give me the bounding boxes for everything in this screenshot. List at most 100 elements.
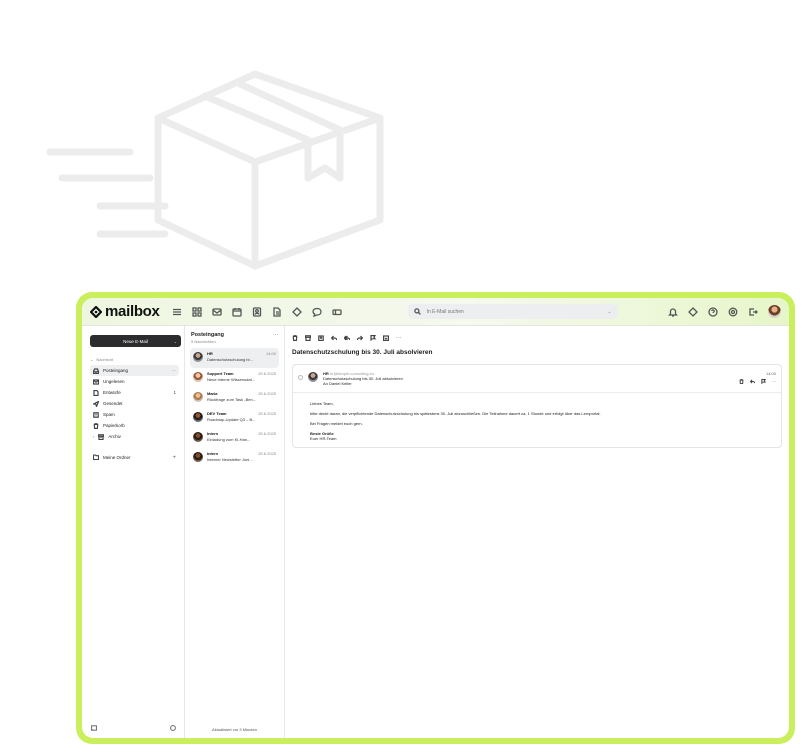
folder-nav: Posteingang ··· Ungelesen Entwürfe 1 Ges… — [90, 365, 179, 442]
reading-pane: ··· Datenschutzschulung bis 30. Juli abs… — [285, 326, 789, 738]
calendar-icon[interactable] — [231, 307, 242, 317]
recipient-line: An Daniel Keller — [323, 381, 352, 386]
help-icon[interactable] — [170, 725, 176, 731]
my-folders-section[interactable]: Meine Ordner + — [90, 454, 179, 461]
flag-icon[interactable] — [761, 379, 766, 384]
chevron-down-icon[interactable]: ⌄ — [174, 339, 177, 344]
chevron-down-icon[interactable]: ⌄ — [607, 309, 611, 315]
search-bar[interactable]: ⌄ — [407, 304, 618, 319]
label-icon[interactable] — [383, 334, 389, 341]
flag-icon[interactable] — [370, 334, 376, 341]
avatar — [193, 412, 203, 422]
add-folder-button[interactable]: + — [172, 455, 176, 461]
mail-card: HR hr@simple-consulting.eu Datenschutzsc… — [292, 364, 782, 448]
mail-paragraph: bitte denkt daran, die verpflichtende Da… — [310, 411, 601, 416]
sidebar-item-archiv[interactable]: › Archiv — [90, 431, 179, 442]
topbar-right-actions — [668, 305, 781, 318]
avatar — [193, 452, 203, 462]
list-item[interactable]: Maria 25.6.2025 Rückfrage zum Task „Ben..… — [190, 388, 279, 408]
account-label: Nachricht — [96, 357, 114, 362]
more-icon[interactable]: ··· — [172, 368, 177, 373]
spam-icon — [93, 411, 99, 418]
list-item[interactable]: Support Team 29.6.2025 Neue interne Wisse… — [190, 368, 279, 388]
sidebar-item-spam[interactable]: Spam — [90, 409, 179, 420]
mail-icon[interactable] — [211, 307, 222, 317]
help-icon[interactable] — [708, 306, 718, 317]
more-icon[interactable]: ··· — [396, 335, 401, 341]
trash-icon[interactable] — [739, 379, 744, 384]
list-item[interactable]: HR 14:00 Datenschutzschulung bi... — [190, 348, 279, 368]
inbox-icon — [92, 367, 100, 374]
new-mail-button[interactable]: Neue E-Mail ⌄ — [90, 335, 181, 347]
move-icon[interactable] — [318, 334, 324, 341]
message-list: Posteingang 5 Nachrichten ··· HR 14:00 Da… — [185, 326, 285, 738]
contacts-icon[interactable] — [252, 306, 262, 317]
new-mail-label: Neue E-Mail — [123, 338, 148, 344]
bell-icon[interactable] — [668, 307, 678, 317]
select-radio[interactable] — [298, 375, 303, 380]
draft-count: 1 — [173, 390, 176, 395]
app-switcher — [172, 306, 342, 317]
message-list-title: Posteingang — [191, 332, 225, 338]
message-list-header: Posteingang 5 Nachrichten ··· — [190, 332, 279, 344]
sidebar-item-papierkorb[interactable]: Papierkorb — [90, 420, 179, 431]
reply-all-icon[interactable] — [344, 335, 350, 341]
logo[interactable]: mailbox — [90, 303, 160, 320]
more-icon[interactable]: ··· — [273, 332, 278, 338]
list-item[interactable]: Intern 25.6.2025 Einladung zum KI-Han... — [190, 428, 279, 448]
forward-icon[interactable] — [357, 335, 363, 341]
send-icon — [91, 399, 100, 408]
files-icon[interactable] — [272, 306, 282, 317]
archive-icon[interactable] — [305, 334, 311, 341]
sidebar-item-gesendet[interactable]: Gesendet — [90, 398, 179, 409]
app-frame: mailbox ⌄ — [76, 292, 795, 744]
top-bar: mailbox ⌄ — [82, 298, 789, 326]
sidebar-item-label: Entwürfe — [103, 390, 121, 395]
message-date: 14:00 — [265, 351, 276, 356]
settings-icon[interactable] — [728, 307, 738, 317]
tag-icon[interactable] — [291, 306, 302, 317]
my-folders-label: Meine Ordner — [103, 455, 131, 460]
mail-greeting: Liebes Team, — [310, 401, 334, 406]
sidebar-item-posteingang[interactable]: Posteingang ··· — [90, 365, 179, 376]
message-count: 5 Nachrichten — [191, 339, 216, 344]
message-date: 25.6.2025 — [258, 411, 276, 416]
message-subject: Rückfrage zum Task „Ben... — [207, 397, 257, 402]
reply-icon[interactable] — [750, 379, 755, 384]
trash-icon[interactable] — [292, 334, 298, 341]
collapse-sidebar-icon[interactable] — [91, 725, 97, 731]
more-icon[interactable]: ··· — [772, 379, 776, 384]
diamond-icon[interactable] — [688, 306, 698, 317]
list-item[interactable]: Intern 25.6.2025 Interner Newsletter Juni… — [190, 448, 279, 468]
message-sender: Maria — [207, 391, 218, 396]
message-subject: Roadmap-Update Q3 – B... — [207, 417, 256, 422]
sidebar-item-label: Spam — [103, 412, 115, 417]
avatar[interactable] — [768, 305, 781, 318]
grid-icon[interactable] — [191, 306, 202, 317]
folder-icon — [92, 454, 100, 461]
message-date: 29.6.2025 — [258, 371, 276, 376]
message-subject: Datenschutzschulung bi... — [207, 357, 253, 362]
last-updated-status: Aktualisiert vor 3 Minuten — [212, 727, 257, 732]
sidebar-footer — [91, 725, 176, 731]
chevron-right-icon[interactable]: › — [93, 434, 94, 439]
account-section[interactable]: ⌄ Nachricht — [90, 357, 179, 362]
message-date: 25.6.2025 — [258, 391, 276, 396]
chat-icon[interactable] — [311, 307, 322, 317]
message-date: 25.6.2025 — [258, 451, 276, 456]
search-input[interactable] — [426, 308, 602, 315]
ticket-icon[interactable] — [331, 307, 342, 317]
mail-icon — [92, 378, 100, 385]
mail-app-window: mailbox ⌄ — [82, 298, 789, 738]
logo-text: mailbox — [105, 303, 160, 320]
reply-icon[interactable] — [331, 335, 337, 341]
menu-icon[interactable] — [172, 307, 182, 317]
mail-signature: Euer HR-Team — [310, 436, 337, 441]
avatar — [193, 372, 203, 382]
message-sender: Intern — [207, 451, 219, 456]
sidebar-item-entwuerfe[interactable]: Entwürfe 1 — [90, 387, 179, 398]
sidebar-item-ungelesen[interactable]: Ungelesen — [90, 376, 179, 387]
list-item[interactable]: DEV Team 25.6.2025 Roadmap-Update Q3 – B.… — [190, 408, 279, 428]
logout-icon[interactable] — [748, 307, 758, 317]
avatar — [308, 372, 318, 382]
